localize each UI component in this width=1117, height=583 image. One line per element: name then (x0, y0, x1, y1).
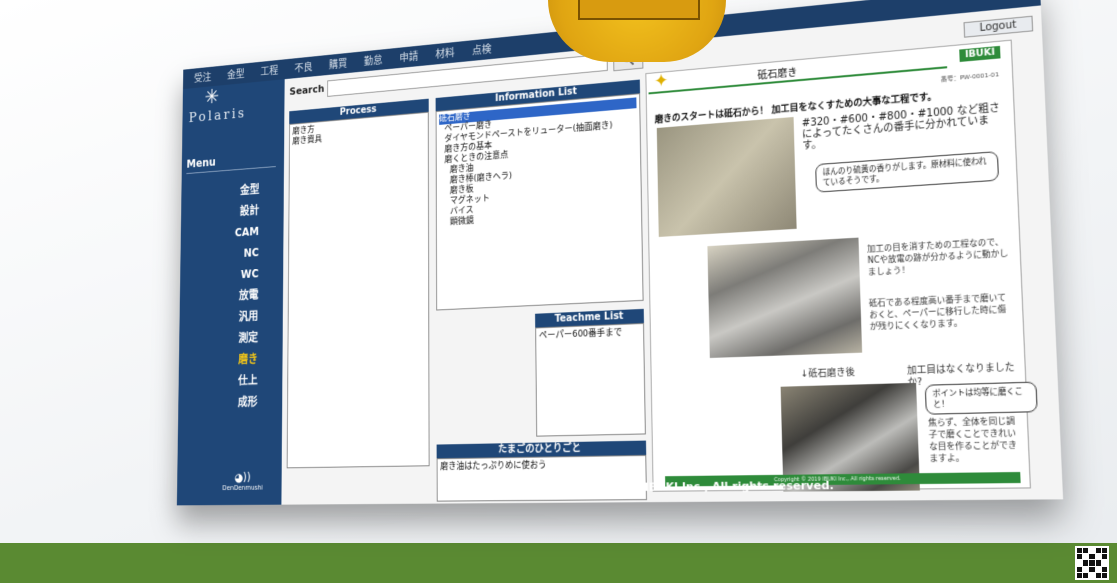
denden-logo: ◕)) DenDenmushi (222, 471, 263, 492)
teachme-list: ペーパー600番手まで (535, 322, 646, 437)
caption-process: 加工の目を消すための工程なので、NCや放電の跡が分かるように動かしましょう！ (867, 236, 1009, 277)
doc-number: 番号：PW-0001-01 (940, 71, 1000, 84)
topnav-item[interactable]: 工程 (260, 63, 278, 79)
topnav-item[interactable]: 材料 (435, 45, 454, 62)
brand-badge: IBUKI (959, 45, 1001, 62)
title-underline (648, 66, 948, 95)
whetstones-photo (656, 116, 797, 237)
process-list: 磨き方 磨き資具 (286, 111, 430, 469)
floor-band (0, 543, 1117, 583)
bubble-scent: ほんのり硫黄の香りがします。原材料に使われているそうです。 (815, 151, 1000, 193)
sun-icon: ✦ (653, 70, 669, 92)
menu-title: Menu (186, 155, 216, 171)
sidebar-menu: 金型 設計 CAM NC WC 放電 汎用 測定 磨き 仕上 成形 (178, 178, 277, 415)
topnav-item[interactable]: 購買 (329, 56, 347, 72)
logout-button[interactable]: Logout (963, 15, 1034, 38)
topnav-item[interactable]: 金型 (227, 66, 245, 82)
app-window: 受注金型工程不良購買勤怠申請材料点検 ‒ × ✳ Polaris Menu 金型… (176, 0, 1064, 506)
signal-icon: ◕)) (234, 470, 251, 485)
topnav-item[interactable]: 勤怠 (364, 52, 383, 69)
info-list: 砥石磨き ペーパー磨き ダイヤモンドペーストをリューター(抽面磨き) 磨き方の基本 磨く… (435, 93, 644, 311)
after-label: ↓砥石磨き後 (800, 367, 856, 380)
stage: 受注金型工程不良購買勤怠申請材料点検 ‒ × ✳ Polaris Menu 金型… (0, 0, 1117, 583)
sidebar-item[interactable]: 成形 (178, 391, 275, 415)
topnav-item[interactable]: 点検 (472, 41, 491, 58)
sidebar: ✳ Polaris Menu 金型 設計 CAM NC WC 放電 汎用 測定 磨き 仕上 成形 ◕… (176, 79, 285, 506)
copyright: Copyright 2019© IBUKI Inc., All rights r… (540, 478, 835, 495)
topnav-item[interactable]: 申請 (399, 49, 418, 66)
logo-star-icon: ✳ (204, 85, 220, 110)
qr-code (1075, 546, 1109, 580)
detail-panel: ✦ 砥石磨き IBUKI 番号：PW-0001-01 磨きのスタートは砥石から！… (645, 39, 1038, 492)
metal-plate-photo (707, 237, 863, 358)
topnav-item[interactable]: 不良 (294, 59, 312, 75)
caption-evenly: 焦らず、全体を同じ調子で磨くことできれいな目を作ることができますよ。 (928, 416, 1018, 464)
sidebar-item[interactable]: 仕上 (179, 369, 276, 394)
main-area: Search 🔍 Logout Process 磨き方磨き資具 Informat… (281, 5, 1064, 505)
banner-frame (578, 0, 700, 20)
teachme-item[interactable]: ペーパー600番手まで (539, 327, 640, 342)
app-logo: Polaris (188, 104, 247, 126)
search-label: Search (289, 82, 325, 98)
hitokoto-text: 磨き油はたっぷりめに使おう (440, 460, 547, 473)
topnav-item[interactable]: 受注 (194, 69, 211, 85)
bubble-point: ポイントは均等に磨くこと！ (924, 381, 1038, 415)
logout-wrap: Logout (963, 10, 1034, 38)
denden-label: DenDenmushi (222, 483, 263, 492)
caption-grit-tip: 砥石である程度高い番手まで磨いておくと、ペーパーに移行した時に傷が残りにくくなり… (868, 292, 1007, 332)
